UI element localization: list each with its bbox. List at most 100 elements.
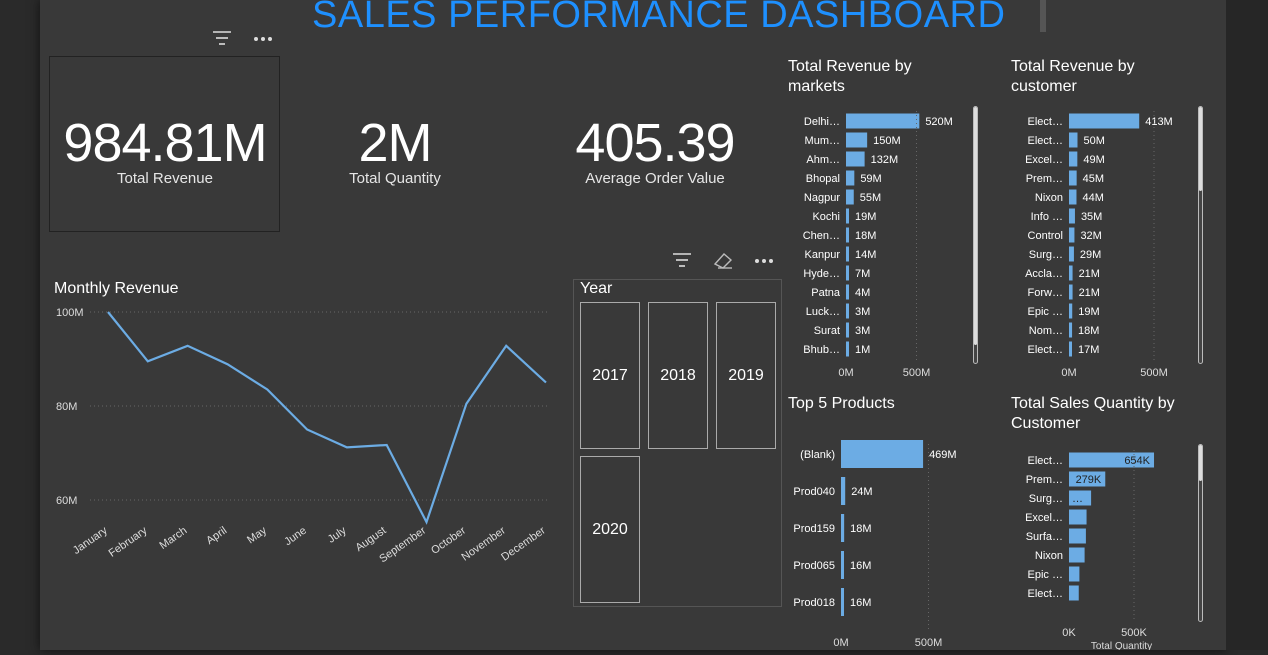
revenue-by-markets-chart[interactable]: Delhi… 520M Mum… 150M Ahm… 132M Bhopal 59M Nagpu… bbox=[780, 110, 980, 390]
x-tick-label: 500M bbox=[1140, 367, 1168, 379]
bar-category-label: Excel… bbox=[1025, 512, 1063, 524]
bar-data-label: 55M bbox=[860, 192, 881, 204]
bar-category-label: Forw… bbox=[1028, 287, 1063, 299]
customer-scrollbar[interactable] bbox=[1198, 106, 1203, 364]
bar bbox=[1069, 528, 1086, 544]
slicer-more-options-icon[interactable] bbox=[754, 252, 774, 271]
eraser-icon[interactable] bbox=[712, 250, 734, 273]
bar-category-label: Control bbox=[1028, 230, 1063, 242]
bar-data-label: 49M bbox=[1083, 154, 1104, 166]
slicer-option-2018[interactable]: 2018 bbox=[648, 302, 708, 449]
bar bbox=[846, 265, 849, 281]
bar-category-label: Excel… bbox=[1025, 154, 1063, 166]
x-tick-label: 500M bbox=[915, 637, 943, 649]
bar bbox=[1069, 189, 1077, 205]
y-tick-label: 60M bbox=[56, 495, 77, 507]
bar-data-label: 16M bbox=[850, 560, 871, 572]
markets-scrollbar[interactable] bbox=[973, 106, 978, 364]
bar-category-label: Surat bbox=[814, 325, 840, 337]
kpi-value: 2M bbox=[358, 113, 432, 173]
bar bbox=[841, 588, 844, 616]
bar-data-label: 18M bbox=[855, 230, 876, 242]
bar-category-label: Elect… bbox=[1028, 455, 1063, 467]
x-tick-label: June bbox=[282, 525, 308, 549]
x-tick-label: August bbox=[354, 525, 389, 554]
x-tick-label: July bbox=[326, 524, 349, 545]
slicer-option-2020[interactable]: 2020 bbox=[580, 456, 640, 603]
bar-category-label: Prem… bbox=[1026, 173, 1063, 185]
top-products-chart[interactable]: (Blank) 469M Prod040 24M Prod159 18M Prod065 16… bbox=[780, 430, 980, 655]
bar-category-label: Ahm… bbox=[806, 154, 840, 166]
x-tick-label: March bbox=[157, 525, 189, 552]
bar bbox=[846, 208, 849, 224]
title-scrollbar[interactable] bbox=[1040, 0, 1046, 32]
x-tick-label: 500M bbox=[903, 367, 931, 379]
bar-data-label: 3M bbox=[855, 325, 870, 337]
bar bbox=[1069, 284, 1073, 300]
bar-category-label: Nixon bbox=[1035, 550, 1063, 562]
bar-data-label: 150M bbox=[873, 135, 901, 147]
bar-data-label: 279K bbox=[1076, 474, 1102, 486]
slicer-title: Year bbox=[580, 280, 613, 297]
bar-data-label: 24M bbox=[851, 486, 872, 498]
x-tick-label: 0M bbox=[833, 637, 848, 649]
more-options-icon[interactable] bbox=[253, 30, 273, 49]
bar-data-label: 413M bbox=[1145, 116, 1173, 128]
bar bbox=[841, 477, 846, 505]
bar-category-label: Elect… bbox=[1028, 116, 1063, 128]
revenue-by-customer-chart[interactable]: Elect… 413M Elect… 50M Excel… 49M Prem… 45M Nixo… bbox=[1003, 110, 1203, 390]
x-tick-label: December bbox=[499, 524, 548, 563]
bar-data-label: 21M bbox=[1079, 287, 1100, 299]
bar bbox=[841, 551, 844, 579]
filter-icon[interactable] bbox=[212, 30, 232, 49]
bar-category-label: Kochi bbox=[812, 211, 840, 223]
customer-chart-title: Total Revenue by customer bbox=[1011, 58, 1135, 95]
bar-data-label: 1M bbox=[855, 344, 870, 356]
bar-data-label: 7M bbox=[855, 268, 870, 280]
bar-category-label: Epic … bbox=[1028, 306, 1063, 318]
bar bbox=[1069, 113, 1140, 129]
bar-category-label: Hyde… bbox=[803, 268, 840, 280]
bar-category-label: Accla… bbox=[1025, 268, 1063, 280]
bar bbox=[1069, 566, 1080, 582]
bar-category-label: Prod159 bbox=[793, 523, 835, 535]
bar-category-label: Chen… bbox=[803, 230, 840, 242]
slicer-option-2017[interactable]: 2017 bbox=[580, 302, 640, 449]
page-title: SALES PERFORMANCE DASHBOARD bbox=[312, 0, 1006, 36]
revenue-line bbox=[107, 311, 547, 525]
slicer-option-2019[interactable]: 2019 bbox=[716, 302, 776, 449]
bar-category-label: Delhi… bbox=[804, 116, 840, 128]
bar-category-label: Prem… bbox=[1026, 474, 1063, 486]
x-tick-label: 0M bbox=[1061, 367, 1076, 379]
bar bbox=[1069, 509, 1087, 525]
kpi-value: 405.39 bbox=[575, 113, 735, 173]
x-tick-label: 500K bbox=[1121, 627, 1147, 639]
bar-category-label: Bhub… bbox=[803, 344, 840, 356]
kpi-average-order-value: 405.39 Average Order Value bbox=[540, 112, 770, 187]
bar-data-label: 59M bbox=[860, 173, 881, 185]
bar-data-label: 132M bbox=[871, 154, 899, 166]
bar bbox=[846, 113, 920, 129]
quantity-by-customer-chart[interactable]: Elect… 654K Prem… 279K Surg… … Excel… Surfa… Nix… bbox=[1003, 448, 1203, 655]
bar bbox=[846, 322, 849, 338]
bar-category-label: Luck… bbox=[806, 306, 840, 318]
x-tick-label: May bbox=[245, 524, 269, 546]
bar-category-label: Patna bbox=[811, 287, 841, 299]
x-tick-label: April bbox=[204, 525, 229, 547]
bar bbox=[1069, 341, 1072, 357]
quantity-chart-title: Total Sales Quantity by Customer bbox=[1011, 395, 1175, 432]
quantity-scrollbar[interactable] bbox=[1198, 444, 1203, 622]
bar bbox=[1069, 227, 1075, 243]
monthly-revenue-chart[interactable]: 60M 80M 100M January February March April May Ju… bbox=[50, 300, 560, 605]
x-tick-label: February bbox=[107, 524, 150, 559]
x-tick-label: 0M bbox=[838, 367, 853, 379]
bar-data-label: 29M bbox=[1080, 249, 1101, 261]
bar-data-label: 44M bbox=[1082, 192, 1103, 204]
kpi-total-revenue: 984.81M Total Revenue bbox=[50, 112, 280, 187]
bar-category-label: Epic … bbox=[1028, 569, 1063, 581]
bar-category-label: Surg… bbox=[1029, 493, 1063, 505]
bar-data-label: 19M bbox=[1078, 306, 1099, 318]
bar-data-label: 35M bbox=[1081, 211, 1102, 223]
slicer-filter-icon[interactable] bbox=[672, 252, 692, 271]
bar-data-label: 3M bbox=[855, 306, 870, 318]
